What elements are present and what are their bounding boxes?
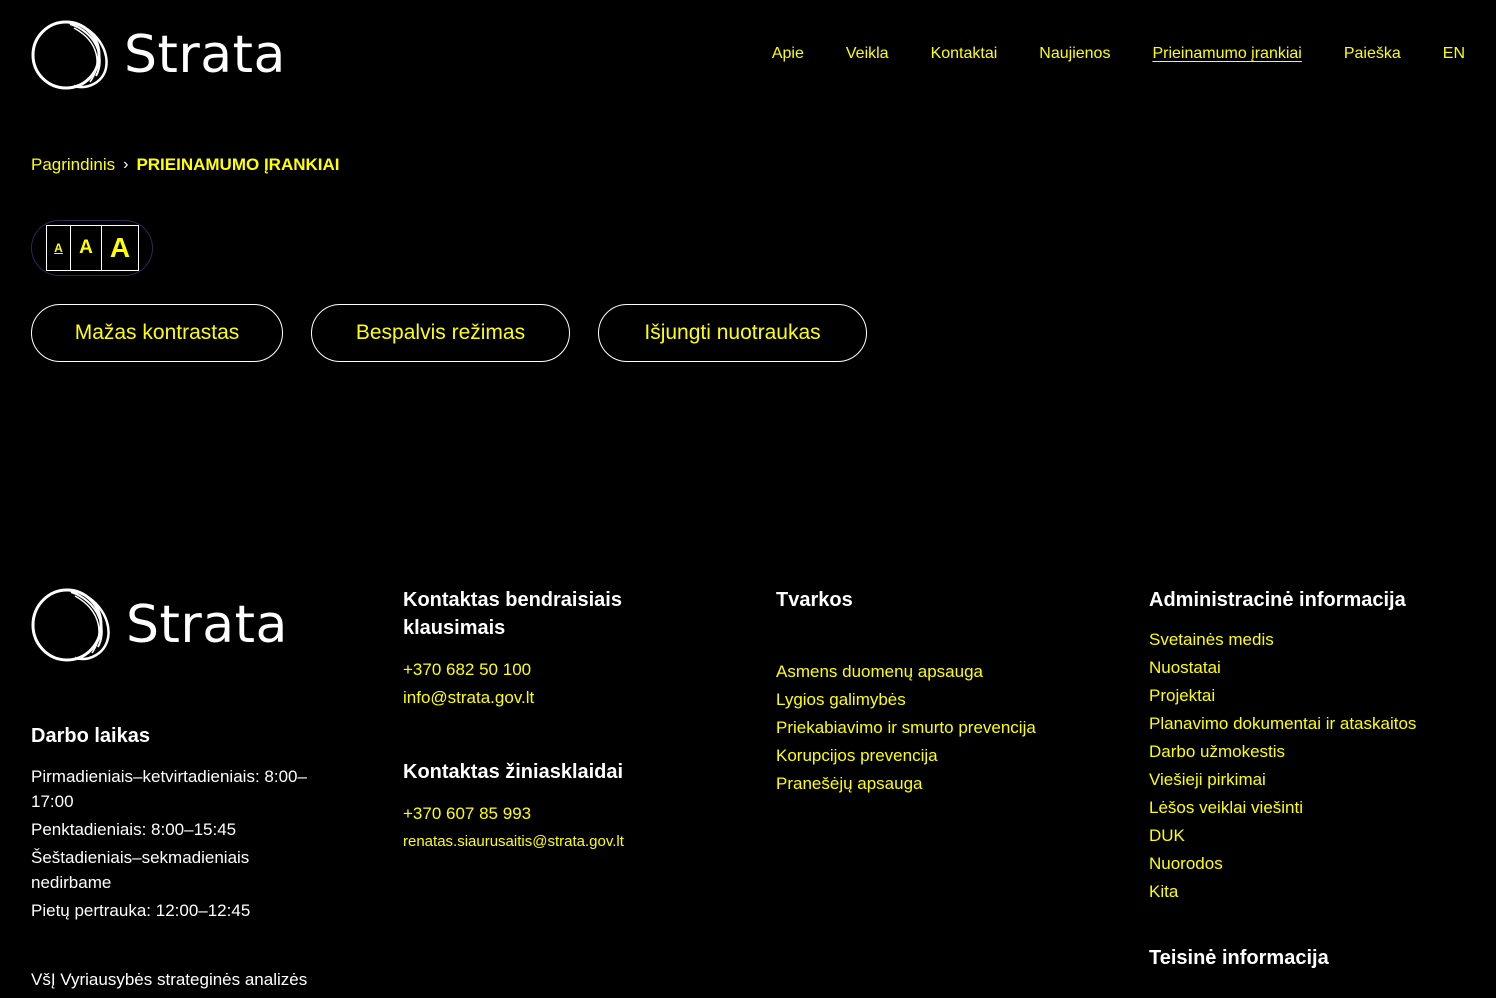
font-size-medium-button[interactable]: A bbox=[71, 225, 102, 271]
hours-line: Šeštadieniais–sekmadieniais nedirbame bbox=[31, 848, 250, 892]
legal-info-title: Teisinė informacija bbox=[1149, 947, 1329, 969]
admin-link[interactable]: DUK bbox=[1149, 822, 1469, 850]
nav-item-prieinamumo-irankiai[interactable]: Prieinamumo įrankiai bbox=[1152, 44, 1301, 64]
chevron-right-icon: › bbox=[123, 156, 129, 173]
admin-link[interactable]: Darbo užmokestis bbox=[1149, 738, 1469, 766]
hours-line: Penktadieniais: 8:00–15:45 bbox=[31, 820, 237, 839]
admin-link[interactable]: Planavimo dokumentai ir ataskaitos bbox=[1149, 710, 1469, 738]
hours-title: Darbo laikas bbox=[31, 725, 150, 747]
policy-link[interactable]: Lygios galimybės bbox=[776, 686, 1116, 714]
footer-hours: Darbo laikas Pirmadieniais–ketvirtadieni… bbox=[31, 722, 331, 995]
admin-link[interactable]: Projektai bbox=[1149, 682, 1469, 710]
policy-link[interactable]: Korupcijos prevencija bbox=[776, 742, 1116, 770]
admin-link[interactable]: Kita bbox=[1149, 878, 1469, 906]
admin-link[interactable]: Nuorodos bbox=[1149, 850, 1469, 878]
hours-line: Pietų pertrauka: 12:00–12:45 bbox=[31, 901, 251, 920]
logo-wordmark: Strata bbox=[124, 25, 286, 85]
breadcrumb: Pagrindinis › PRIEINAMUMO ĮRANKIAI bbox=[31, 155, 340, 175]
nav-item-paieska[interactable]: Paieška bbox=[1344, 44, 1401, 64]
breadcrumb-home-link[interactable]: Pagrindinis bbox=[31, 155, 115, 175]
policies-title: Tvarkos bbox=[776, 589, 853, 611]
contact-general-email-link[interactable]: info@strata.gov.lt bbox=[403, 684, 723, 712]
breadcrumb-current: PRIEINAMUMO ĮRANKIAI bbox=[136, 155, 340, 174]
strata-logo-icon bbox=[31, 20, 108, 90]
footer-admin-info: Administracinė informacija Svetainės med… bbox=[1149, 586, 1469, 972]
nav-item-naujienos[interactable]: Naujienos bbox=[1039, 44, 1110, 64]
policy-link[interactable]: Asmens duomenų apsauga bbox=[776, 658, 1116, 686]
contact-general-title: Kontaktas bendraisiais klausimais bbox=[403, 589, 622, 639]
font-size-large-button[interactable]: A bbox=[102, 225, 139, 271]
header-logo[interactable]: Strata bbox=[30, 18, 286, 92]
logo-wordmark: Strata bbox=[126, 595, 288, 655]
nav-item-veikla[interactable]: Veikla bbox=[846, 44, 889, 64]
font-size-switcher: A A A bbox=[31, 220, 153, 276]
nav-item-apie[interactable]: Apie bbox=[772, 44, 804, 64]
nav-item-kontaktai[interactable]: Kontaktai bbox=[931, 44, 998, 64]
policy-link[interactable]: Priekabiavimo ir smurto prevencija bbox=[776, 714, 1116, 742]
contact-general-phone-link[interactable]: +370 682 50 100 bbox=[403, 656, 723, 684]
admin-link[interactable]: Viešieji pirkimai bbox=[1149, 766, 1469, 794]
footer-logo[interactable]: Strata bbox=[30, 586, 288, 664]
admin-link[interactable]: Lėšos veiklai viešinti bbox=[1149, 794, 1469, 822]
policy-link[interactable]: Pranešėjų apsauga bbox=[776, 770, 1116, 798]
admin-link[interactable]: Svetainės medis bbox=[1149, 626, 1469, 654]
admin-link[interactable]: Nuostatai bbox=[1149, 654, 1469, 682]
admin-title: Administracinė informacija bbox=[1149, 589, 1406, 611]
contact-media-phone-link[interactable]: +370 607 85 993 bbox=[403, 800, 723, 828]
organization-name: VšĮ Vyriausybės strateginės analizės bbox=[31, 970, 308, 989]
low-contrast-button[interactable]: Mažas kontrastas bbox=[31, 304, 283, 362]
footer-policies: Tvarkos Asmens duomenų apsauga Lygios ga… bbox=[776, 586, 1116, 798]
contact-media-title: Kontaktas žiniasklaidai bbox=[403, 761, 624, 783]
strata-logo-icon bbox=[31, 588, 110, 662]
contact-media-email-link[interactable]: renatas.siaurusaitis@strata.gov.lt bbox=[403, 828, 723, 856]
nav-item-language-en[interactable]: EN bbox=[1443, 44, 1465, 64]
main-nav: Apie Veikla Kontaktai Naujienos Prieinam… bbox=[772, 44, 1465, 64]
grayscale-mode-button[interactable]: Bespalvis režimas bbox=[311, 304, 570, 362]
footer-contacts: Kontaktas bendraisiais klausimais +370 6… bbox=[403, 586, 723, 856]
hours-line: Pirmadieniais–ketvirtadieniais: 8:00–17:… bbox=[31, 767, 307, 811]
disable-images-button[interactable]: Išjungti nuotraukas bbox=[598, 304, 867, 362]
font-size-small-button[interactable]: A bbox=[46, 225, 71, 271]
